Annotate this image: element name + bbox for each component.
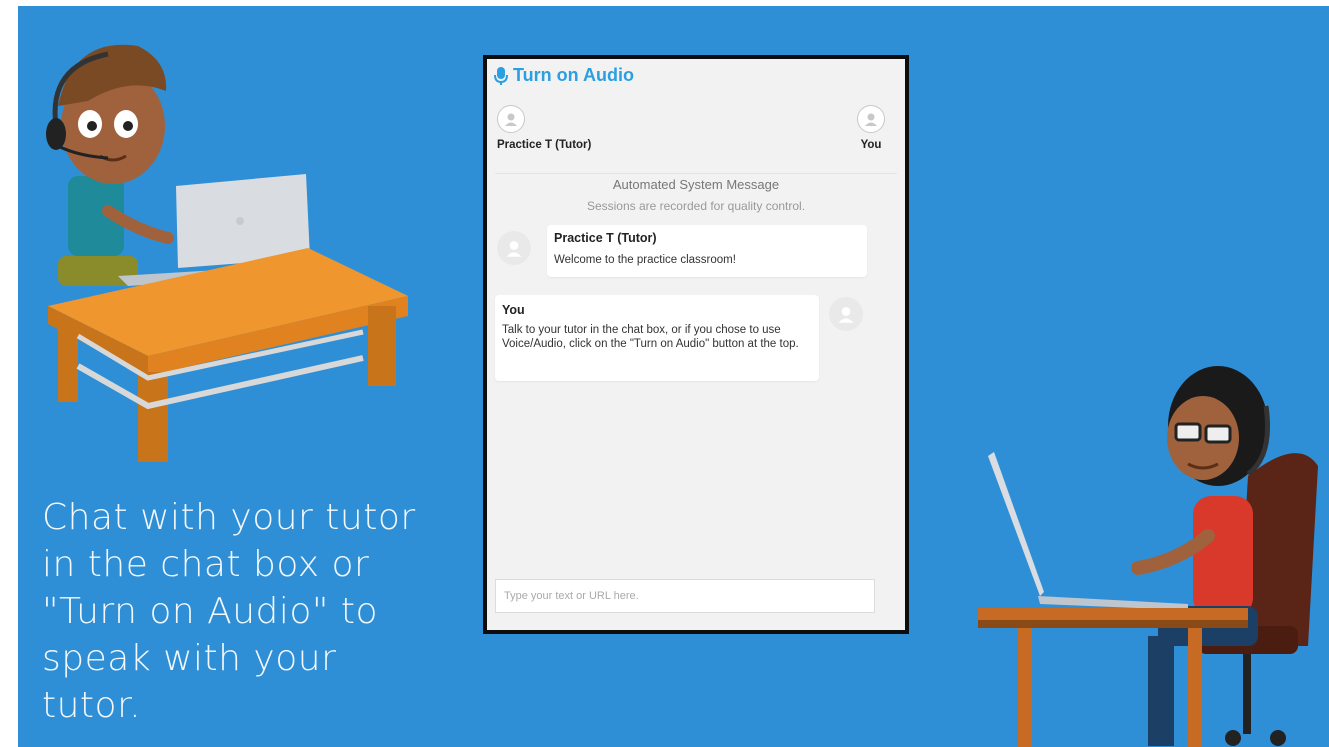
participant-tutor-name: Practice T (Tutor)	[497, 139, 592, 151]
participant-tutor: Practice T (Tutor)	[497, 105, 591, 151]
user-avatar-icon	[857, 105, 885, 133]
chat-window: Turn on Audio Practice T (Tutor) You Aut…	[483, 55, 909, 634]
user-avatar-icon	[497, 231, 531, 265]
participants-divider	[495, 173, 897, 174]
message-sender: Practice T (Tutor)	[554, 231, 657, 245]
message-bubble-you: You Talk to your tutor in the chat box, …	[495, 295, 819, 381]
chat-input[interactable]	[495, 579, 875, 613]
microphone-icon	[494, 66, 508, 85]
turn-on-audio-button[interactable]: Turn on Audio	[493, 65, 634, 86]
turn-on-audio-label: Turn on Audio	[513, 65, 634, 85]
caption-text: Chat with your tutor in the chat box or …	[42, 497, 416, 726]
system-message-text: Sessions are recorded for quality contro…	[586, 199, 806, 213]
user-avatar-icon	[497, 105, 525, 133]
user-avatar-icon	[829, 297, 863, 331]
participant-you: You	[857, 105, 885, 151]
boy-at-desk-illustration	[46, 44, 408, 462]
message-text: Welcome to the practice classroom!	[554, 254, 736, 266]
message-text: Talk to your tutor in the chat box, or i…	[502, 324, 799, 350]
video-frame: Chat with your tutor in the chat box or …	[18, 6, 1329, 747]
message-sender: You	[502, 303, 525, 317]
woman-at-desk-illustration	[978, 366, 1318, 747]
participant-you-name: You	[860, 139, 882, 151]
message-bubble-tutor: Practice T (Tutor) Welcome to the practi…	[547, 225, 867, 277]
system-message-title: Automated System Message	[612, 177, 780, 192]
